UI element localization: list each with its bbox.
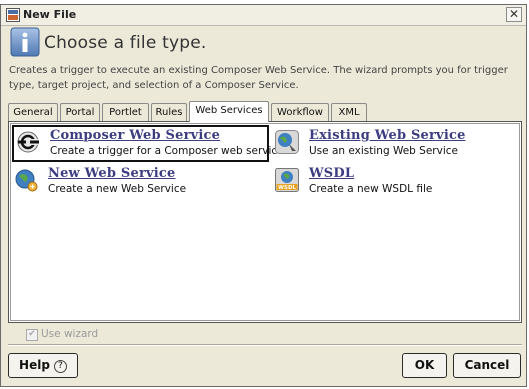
item-name: New Web Service — [48, 166, 176, 181]
composer-service-icon — [17, 131, 39, 153]
close-button[interactable]: ✕ — [506, 7, 522, 22]
item-wsdl[interactable]: WSDL WSDL Create a new WSDL file — [271, 163, 511, 200]
existing-service-icon — [275, 130, 299, 154]
tab-portlet[interactable]: Portlet — [102, 103, 149, 121]
item-existing-web-service[interactable]: Existing Web Service Use an existing Web… — [271, 125, 511, 162]
file-type-list: Composer Web Service Create a trigger fo… — [8, 121, 522, 323]
item-composer-web-service[interactable]: Composer Web Service Create a trigger fo… — [12, 125, 284, 162]
ok-button[interactable]: OK — [402, 353, 447, 378]
ok-button-label: OK — [414, 358, 435, 372]
item-description: Create a new Web Service — [48, 183, 187, 195]
help-button[interactable]: Help? — [8, 353, 78, 378]
item-new-web-service[interactable]: New Web Service Create a new Web Service — [12, 163, 269, 200]
item-description: Create a new WSDL file — [309, 183, 433, 195]
tab-general[interactable]: General — [8, 103, 58, 121]
tab-rules[interactable]: Rules — [151, 103, 187, 121]
cancel-button[interactable]: Cancel — [453, 353, 521, 378]
title-bar[interactable]: New File ✕ — [1, 5, 526, 26]
tab-workflow[interactable]: Workflow — [271, 103, 329, 121]
app-icon — [6, 8, 20, 22]
file-type-list-inner: Composer Web Service Create a trigger fo… — [10, 123, 520, 321]
help-icon: ? — [53, 360, 67, 373]
page-title: Choose a file type. — [44, 33, 207, 53]
info-icon — [10, 27, 40, 57]
tab-xml[interactable]: XML — [331, 103, 367, 121]
item-description: Use an existing Web Service — [309, 145, 458, 157]
new-service-icon — [15, 169, 38, 192]
item-name: WSDL — [309, 166, 355, 181]
item-name: Existing Web Service — [309, 128, 466, 143]
description-text: Creates a trigger to execute an existing… — [9, 65, 508, 91]
use-wizard-label: Use wizard — [41, 328, 99, 340]
divider — [8, 344, 522, 346]
tab-web-services[interactable]: Web Services — [189, 101, 269, 122]
item-description: Create a trigger for a Composer web serv… — [50, 145, 284, 157]
checkmark-icon: ✔ — [26, 329, 38, 341]
help-button-label: Help — [19, 358, 50, 372]
item-name: Composer Web Service — [50, 128, 221, 143]
cancel-button-label: Cancel — [464, 358, 510, 372]
new-file-dialog: New File ✕ Choose a file type. Creates a… — [0, 4, 527, 387]
tab-portal[interactable]: Portal — [60, 103, 100, 121]
wsdl-icon: WSDL — [275, 168, 299, 192]
wsdl-icon-label: WSDL — [278, 185, 297, 191]
window-title: New File — [23, 8, 77, 21]
